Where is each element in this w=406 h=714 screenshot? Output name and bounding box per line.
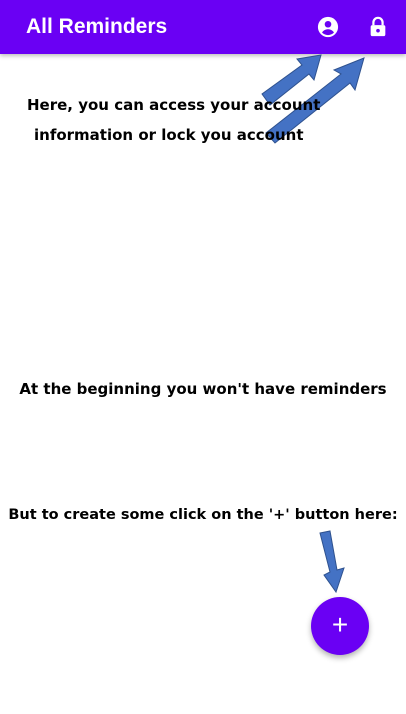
annotation-account-line1: Here, you can access your account xyxy=(27,96,321,114)
annotation-account-line2: information or lock you account xyxy=(34,126,304,144)
arrow-to-fab xyxy=(319,530,345,594)
add-reminder-button[interactable]: + xyxy=(311,597,369,655)
empty-state-text: At the beginning you won't have reminder… xyxy=(19,380,387,398)
create-hint-text: But to create some click on the '+' butt… xyxy=(8,507,398,523)
plus-icon: + xyxy=(331,609,349,640)
